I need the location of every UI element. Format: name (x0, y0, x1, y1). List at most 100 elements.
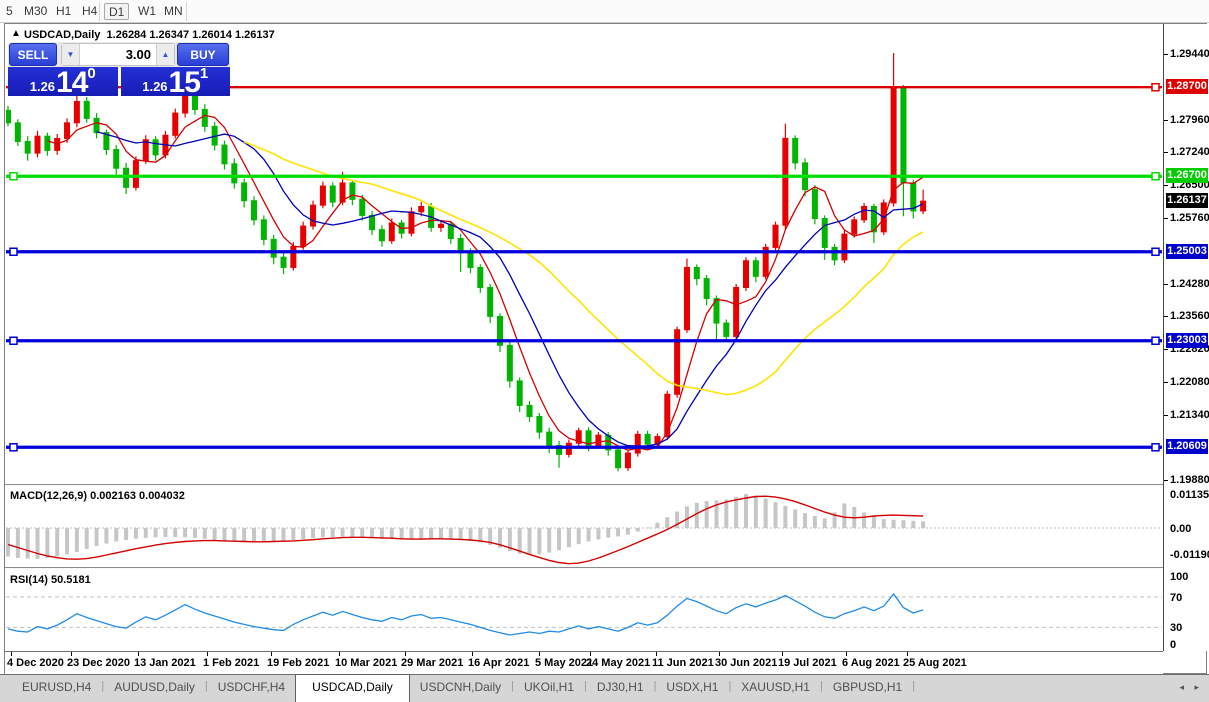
chart-symbol-label: USDCAD,Daily (24, 29, 100, 41)
date-axis-label: 16 Apr 2021 (468, 657, 529, 669)
candle (645, 434, 650, 444)
toolbar-separator (186, 2, 187, 21)
chart-tab-bar: EURUSD,H4|AUDUSD,Daily|USDCHF,H4USDCAD,D… (0, 674, 1209, 702)
buy-price-point: 1 (200, 65, 208, 82)
timeframe-button-5[interactable]: 5 (2, 3, 17, 20)
candle (704, 279, 709, 299)
date-axis-tick (539, 652, 540, 656)
candle (173, 113, 178, 135)
macd-axis-label: 0.00 (1170, 522, 1191, 536)
candle (517, 381, 522, 405)
candle (783, 138, 788, 225)
sell-price-display[interactable]: 1.26 14 0 (8, 67, 118, 96)
candle (252, 201, 257, 220)
date-axis-tick (271, 652, 272, 656)
date-axis-tick (846, 652, 847, 656)
candle (311, 205, 316, 226)
chart-tab-xauusd[interactable]: XAUUSD,H1 (731, 674, 820, 702)
buy-price-pips: 15 (169, 70, 200, 96)
date-axis-label: 5 May 2021 (535, 657, 593, 669)
timeframe-button-mn[interactable]: MN (160, 3, 187, 20)
chart-tab-eurusd[interactable]: EURUSD,H4 (12, 674, 101, 702)
timeframe-button-d1[interactable]: D1 (104, 3, 129, 20)
sell-button[interactable]: SELL (9, 43, 57, 66)
rsi-indicator-chart[interactable] (6, 570, 1162, 651)
price-axis-tick-label: 1.19880 (1170, 473, 1209, 487)
chart-tab-usdcnh[interactable]: USDCNH,Daily (410, 674, 511, 702)
date-axis-label: 25 Aug 2021 (903, 657, 967, 669)
candle (684, 267, 689, 329)
candle (153, 140, 158, 155)
chart-title: USDCAD,Daily 1.26284 1.26347 1.26014 1.2… (24, 29, 275, 41)
candle (468, 253, 473, 268)
candle (360, 199, 365, 215)
candle (143, 140, 148, 161)
tab-separator: | (912, 674, 915, 702)
timeframe-button-h1[interactable]: H1 (52, 3, 75, 20)
price-axis-tick-label: 1.25760 (1170, 211, 1209, 225)
buy-button[interactable]: BUY (177, 43, 229, 66)
one-click-collapse-icon[interactable]: ▲ (11, 28, 21, 40)
candle (202, 109, 207, 126)
candle (527, 405, 532, 416)
macd-pane-separator[interactable] (5, 484, 1163, 486)
candle (94, 118, 99, 132)
volume-increase-button[interactable]: ▲ (157, 44, 174, 65)
rsi-axis-label: 70 (1170, 591, 1182, 605)
date-axis-tick (71, 652, 72, 656)
timeframe-button-h4[interactable]: H4 (78, 3, 101, 20)
date-axis-label: 30 Jun 2021 (715, 657, 777, 669)
chart-tab-audusd[interactable]: AUDUSD,Daily (104, 674, 205, 702)
chart-tab-usdchf[interactable]: USDCHF,H4 (208, 674, 295, 702)
date-axis-tick (782, 652, 783, 656)
candle (911, 183, 916, 211)
candle (419, 206, 424, 211)
candle (724, 323, 729, 336)
date-axis-tick (207, 652, 208, 656)
candle (862, 206, 867, 219)
trading-terminal: 5M30H1H4D1 W1MN ▲ USDCAD,Daily 1.26284 1.… (0, 0, 1209, 702)
chart-tab-usdcad[interactable]: USDCAD,Daily (295, 674, 410, 702)
date-axis-label: 19 Jul 2021 (778, 657, 837, 669)
candle (370, 215, 375, 229)
price-axis-black-tag: 1.26137 (1166, 193, 1208, 208)
price-axis-tick-label: 1.24280 (1170, 277, 1209, 291)
candle (507, 345, 512, 381)
date-axis-tick (138, 652, 139, 656)
buy-price-display[interactable]: 1.26 15 1 (121, 67, 231, 96)
candle (389, 223, 394, 241)
moving-average-mid (97, 132, 924, 446)
chart-tab-usdx[interactable]: USDX,H1 (656, 674, 728, 702)
candle (84, 101, 89, 118)
rsi-pane-separator[interactable] (5, 567, 1163, 569)
one-click-trading-panel: SELL ▼ ▲ BUY 1.26 14 0 1.26 15 1 (8, 42, 230, 96)
candle (320, 186, 325, 205)
candle (74, 101, 79, 122)
chart-tab-ukoil[interactable]: UKOil,H1 (514, 674, 584, 702)
candle (842, 234, 847, 260)
chart-ohlc-quotes: 1.26284 1.26347 1.26014 1.26137 (107, 29, 275, 41)
chart-tab-dj30[interactable]: DJ30,H1 (587, 674, 654, 702)
price-axis-tick-label: 1.27960 (1170, 113, 1209, 127)
volume-decrease-button[interactable]: ▼ (62, 44, 79, 65)
candle (812, 190, 817, 219)
date-axis-tick (472, 652, 473, 656)
candle (25, 142, 30, 154)
date-axis-label: 19 Feb 2021 (267, 657, 329, 669)
volume-spinner: ▼ ▲ (61, 43, 175, 66)
candle (222, 145, 227, 164)
chart-tab-gbpusd[interactable]: GBPUSD,H1 (823, 674, 912, 702)
tab-scroll-arrows[interactable]: ◂ ▸ (1179, 682, 1203, 693)
date-axis[interactable]: 4 Dec 202023 Dec 202013 Jan 20211 Feb 20… (5, 651, 1163, 674)
rsi-axis-label: 100 (1170, 570, 1188, 584)
volume-input[interactable] (79, 44, 157, 65)
price-axis-blue-tag: 1.23003 (1166, 333, 1208, 348)
timeframe-button-m30[interactable]: M30 (20, 3, 51, 20)
sell-price-point: 0 (87, 65, 95, 82)
candle (596, 435, 601, 445)
candle (114, 150, 119, 169)
date-axis-label: 24 May 2021 (586, 657, 650, 669)
price-axis-red-tag: 1.28700 (1166, 79, 1208, 94)
timeframe-button-w1[interactable]: W1 (134, 3, 160, 20)
timeframe-toolbar: 5M30H1H4D1 W1MN (0, 0, 1209, 23)
